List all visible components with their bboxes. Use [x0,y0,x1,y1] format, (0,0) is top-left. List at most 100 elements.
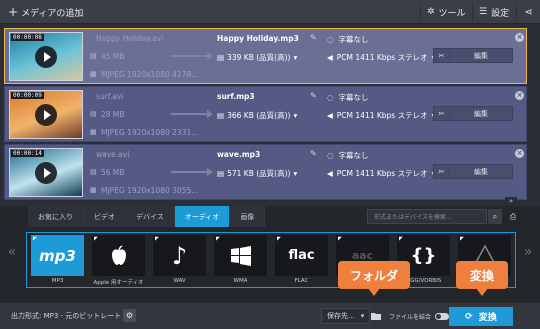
audio-label: PCM 1411 Kbps ステレオ [336,169,428,178]
menu-icon: ☰ [479,7,488,17]
chevron-down-icon: ▾ [293,111,298,120]
play-icon[interactable] [35,46,57,68]
music-note-icon: ♪ [171,241,188,270]
format-tile[interactable]: ◤ flac FLAC [275,235,328,286]
format-tile[interactable]: ◤ Apple 用オーディオ [92,235,145,286]
edit-label: 編集 [474,167,488,176]
duration-label: 00:00:14 [11,150,44,157]
file-row[interactable]: 00:00:08 Happy Holiday.avi ▤ 45 MB ▦ MJPEG 19… [4,28,527,84]
output-filename[interactable]: wave.mp3 [217,150,260,159]
play-icon[interactable] [35,162,57,184]
gear-icon: ⚙ [125,311,134,320]
format-tile[interactable]: ◤ ♪ WAV [153,235,206,286]
source-filename: wave.avi [96,150,130,159]
format-tab[interactable]: ビデオ [84,206,126,227]
format-label: Apple 用オーディオ [93,280,144,286]
source-meta: MJPEG 1920x1080 2331... [101,128,199,137]
edit-button[interactable]: ✂ 編集 [433,164,513,179]
speech-bubble-icon: ◌ [327,35,334,44]
subtitle-dropdown[interactable]: ◌ 字幕なし [327,34,369,45]
merge-files-toggle[interactable]: ファイルを結合 [389,312,450,321]
search-icon: ⌕ [492,211,498,221]
collapse-chevron-icon[interactable]: » [505,197,517,206]
video-codec-icon: ▦ [90,186,97,194]
bottom-bar: 出力形式: MP3 - 元のビットレート ⚙ 保存先... ▾ ファイルを結合 … [0,302,540,329]
file-icon: ▤ [217,111,225,120]
output-format-label: 出力形式: MP3 - 元のビットレート [11,312,122,320]
convert-button[interactable]: ⟳ 変換 [449,307,513,326]
file-icon: ▤ [217,169,225,178]
audio-track-dropdown[interactable]: ◀PCM 1411 Kbps ステレオ▾ [327,52,435,63]
format-tile-image: ◤ [214,235,267,276]
play-icon[interactable] [35,104,57,126]
format-tile-image: ◤ mp3 [31,235,84,276]
corner-marker-icon: ◤ [338,236,342,242]
audio-track-dropdown[interactable]: ◀PCM 1411 Kbps ステレオ▾ [327,168,435,179]
corner-marker-icon: ◤ [277,236,281,242]
remove-file-icon[interactable]: × [515,33,524,42]
flac-logo-icon: flac [288,248,315,263]
video-thumbnail[interactable]: 00:00:14 [9,148,83,197]
remove-file-icon[interactable]: × [515,91,524,100]
save-to-label: 保存先... [327,312,355,320]
format-tabs: お気に入り ビデオ デバイス オーディオ 画像 [28,206,266,227]
file-list: 00:00:08 Happy Holiday.avi ▤ 45 MB ▦ MJPEG 19… [0,24,530,200]
corner-marker-icon: ◤ [460,236,464,242]
add-media-button[interactable]: + メディアの追加 [2,2,89,22]
scroll-right-button[interactable]: » [519,232,537,272]
rename-pencil-icon[interactable]: ✎ [310,33,317,42]
subtitle-dropdown[interactable]: ◌ 字幕なし [327,92,369,103]
subtitle-dropdown[interactable]: ◌ 字幕なし [327,150,369,161]
open-folder-button[interactable] [369,308,383,324]
share-button[interactable]: ⋖ [516,2,540,22]
output-size[interactable]: ▤ 366 KB (品質(高)) ▾ [217,110,297,121]
output-settings-button[interactable]: ⚙ [123,309,136,322]
corner-marker-icon: ◤ [216,236,220,242]
audio-track-dropdown[interactable]: ◀PCM 1411 Kbps ステレオ▾ [327,110,435,121]
format-tile-image: ◤ flac [275,235,328,276]
source-filename: Happy Holiday.avi [96,34,164,43]
output-size[interactable]: ▤ 571 KB (品質(高)) ▾ [217,168,297,179]
format-search-input[interactable]: 形式またはデバイスを検索... [367,209,487,224]
subtitle-label: 字幕なし [338,151,369,160]
video-thumbnail[interactable]: 00:00:09 [9,90,83,139]
file-icon: ▤ [217,53,225,62]
search-button[interactable]: ⌕ [488,209,502,224]
output-size[interactable]: ▤ 339 KB (品質(高)) ▾ [217,52,297,63]
magic-wand-icon: ✲ [427,7,435,17]
chevron-down-icon: ▾ [293,169,298,178]
format-tab[interactable]: オーディオ [174,206,231,227]
output-filename[interactable]: Happy Holiday.mp3 [217,34,299,43]
ogg-logo-icon: {} [410,245,437,266]
format-tab[interactable]: お気に入り [28,206,84,227]
folder-icon [371,313,381,320]
format-tab[interactable]: 画像 [230,206,266,227]
toggle-switch[interactable] [435,313,450,320]
edit-label: 編集 [474,109,488,118]
scroll-left-button[interactable]: « [3,232,21,272]
format-tab[interactable]: デバイス [126,206,175,227]
format-tile[interactable]: ◤ WMA [214,235,267,286]
rename-pencil-icon[interactable]: ✎ [310,91,317,100]
output-size-label: 366 KB (品質(高)) [227,111,291,120]
device-search-icon: ⎙ [509,211,517,221]
remove-file-icon[interactable]: × [515,149,524,158]
format-tile-image: ◤ ♪ [153,235,206,276]
detect-device-button[interactable]: ⎙ [505,209,521,224]
edit-button[interactable]: ✂ 編集 [433,48,513,63]
rename-pencil-icon[interactable]: ✎ [310,149,317,158]
save-to-dropdown[interactable]: 保存先... ▾ [321,308,371,324]
convert-label: 変換 [478,313,497,323]
edit-label: 編集 [474,51,488,60]
video-thumbnail[interactable]: 00:00:08 [9,32,83,81]
file-row[interactable]: 00:00:09 surf.avi ▤ 28 MB ▦ MJPEG 1920x1080 2… [4,86,527,142]
duration-label: 00:00:09 [11,92,44,99]
edit-button[interactable]: ✂ 編集 [433,106,513,121]
settings-button[interactable]: ☰ 設定 [472,2,515,22]
format-label: WAV [173,278,186,284]
file-row[interactable]: 00:00:14 wave.avi ▤ 56 MB ▦ MJPEG 1920x1080 3… [4,144,527,200]
tools-button[interactable]: ✲ ツール [420,2,472,22]
format-tile[interactable]: ◤ mp3 MP3 [31,235,84,286]
arrow-right-icon [171,168,215,176]
output-filename[interactable]: surf.mp3 [217,92,255,101]
